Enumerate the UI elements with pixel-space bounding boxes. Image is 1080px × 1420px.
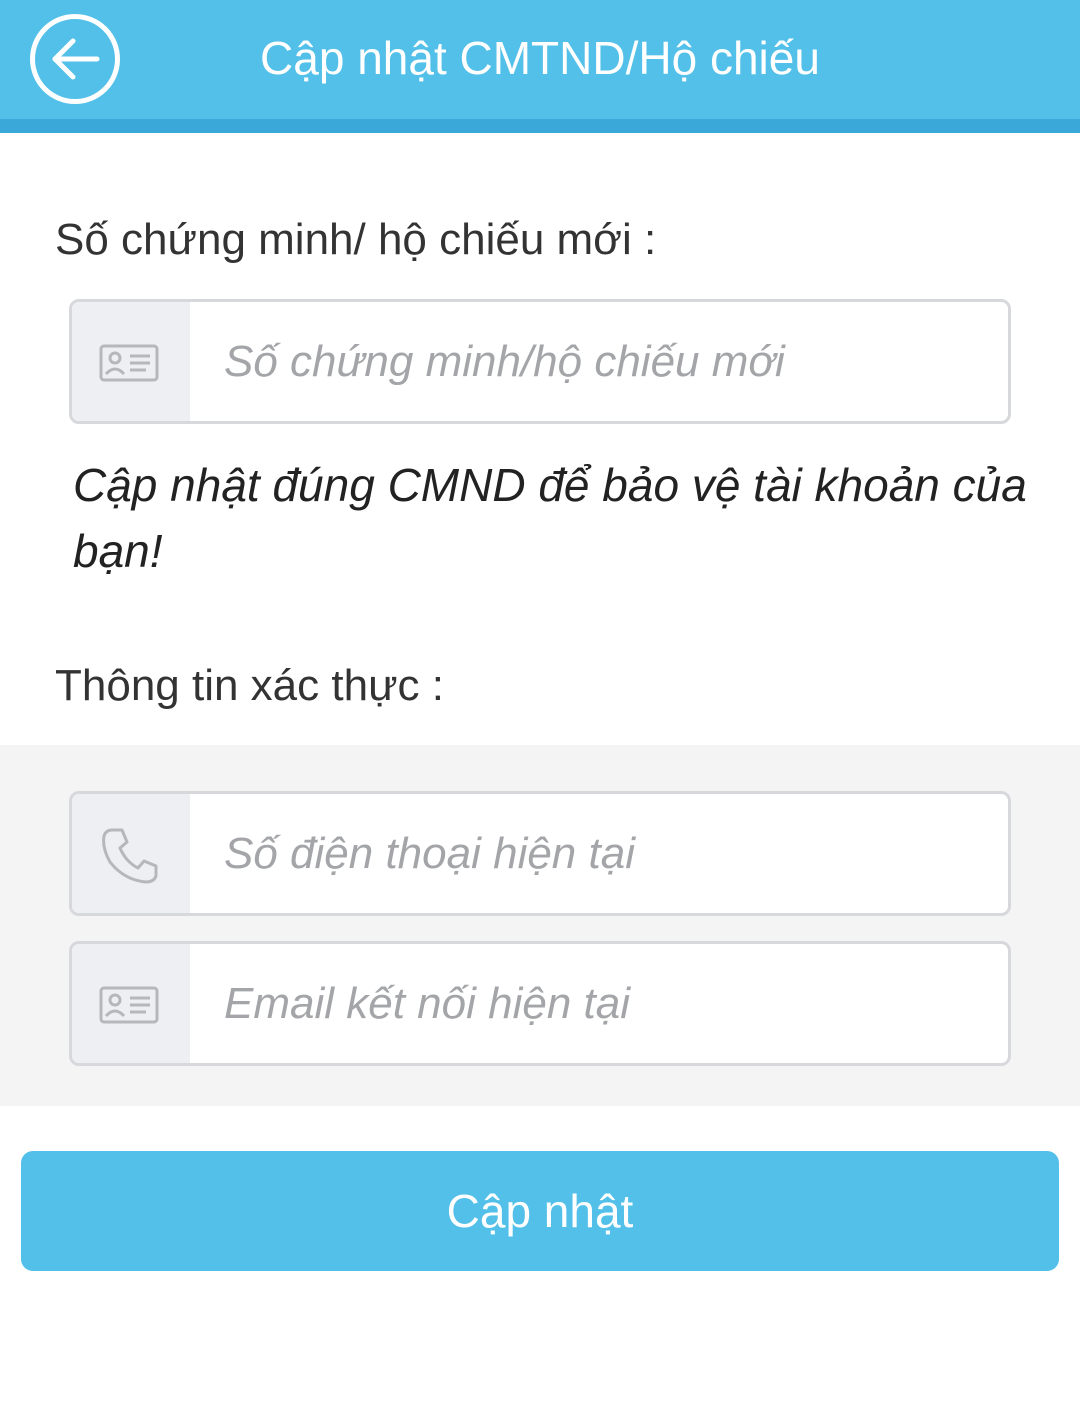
header-bar: Cập nhật CMTND/Hộ chiếu	[0, 0, 1080, 133]
update-button[interactable]: Cập nhật	[21, 1151, 1059, 1271]
verification-label: Thông tin xác thực :	[55, 661, 444, 710]
phone-field[interactable]	[69, 791, 1011, 916]
email-field[interactable]	[69, 941, 1011, 1066]
phone-input[interactable]	[190, 794, 1008, 913]
page-title: Cập nhật CMTND/Hộ chiếu	[260, 32, 820, 84]
email-input[interactable]	[190, 944, 1008, 1063]
id-card-icon	[99, 344, 159, 382]
id-card-icon	[99, 986, 159, 1024]
new-id-icon-box	[72, 302, 190, 421]
phone-icon	[102, 828, 158, 884]
phone-icon-box	[72, 794, 190, 913]
email-icon-box	[72, 944, 190, 1063]
new-id-label: Số chứng minh/ hộ chiếu mới :	[55, 215, 657, 264]
new-id-input[interactable]	[190, 302, 1008, 421]
hint-text: Cập nhật đúng CMND để bảo vệ tài khoản c…	[73, 459, 1027, 577]
new-id-field[interactable]	[69, 299, 1011, 424]
